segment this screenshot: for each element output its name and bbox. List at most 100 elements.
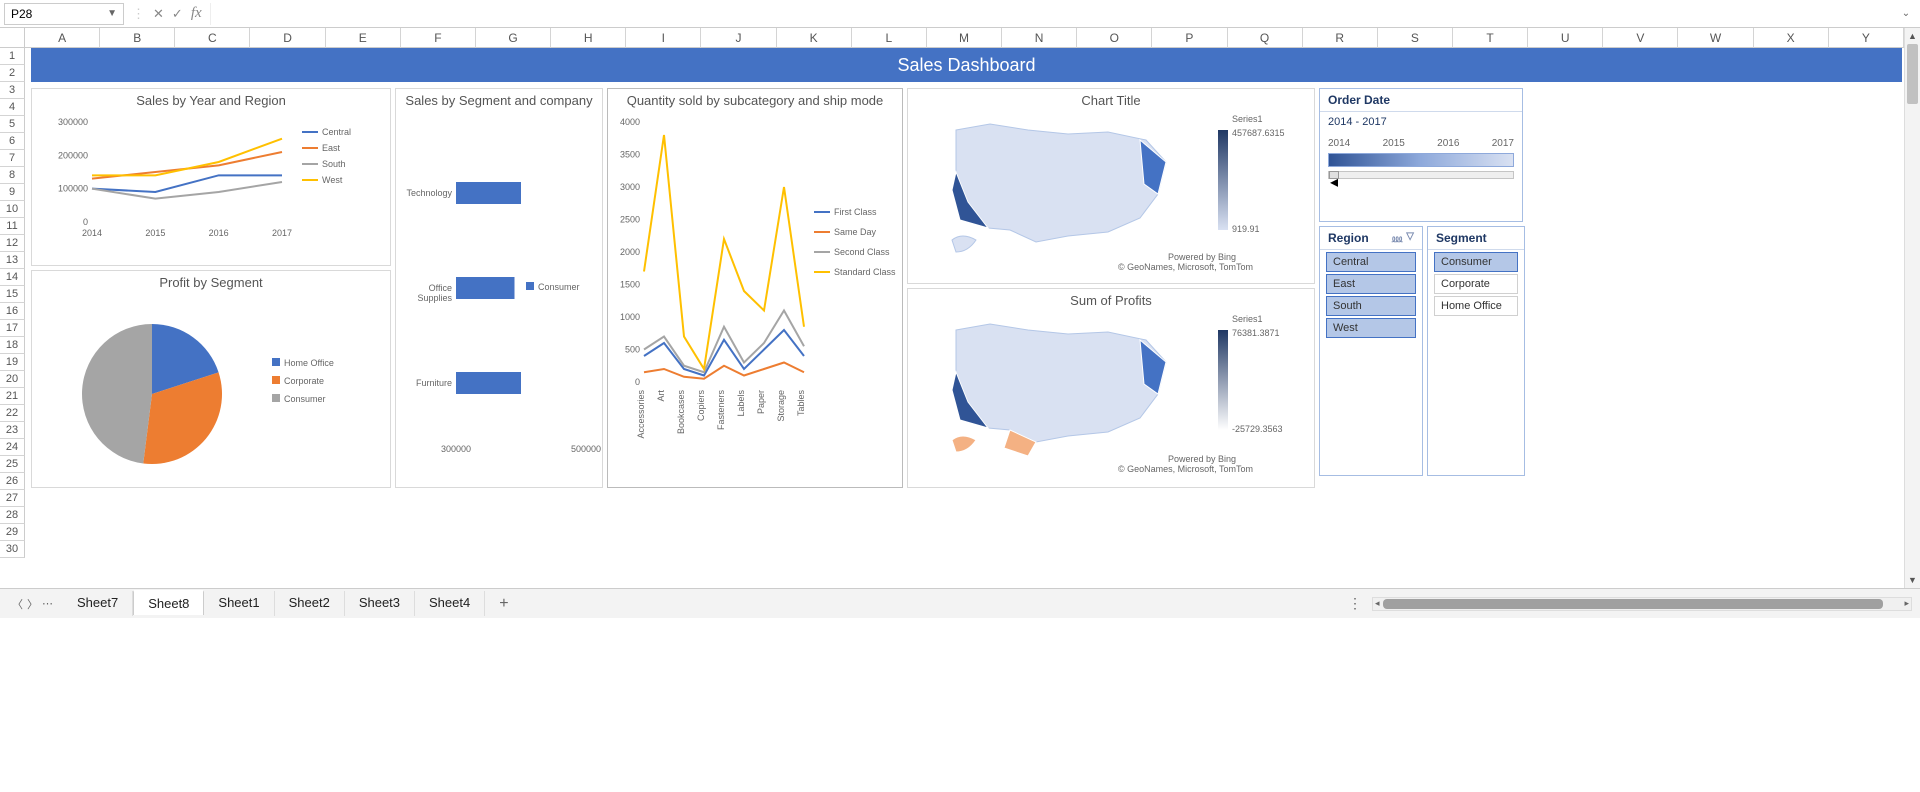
row-header[interactable]: 24	[0, 439, 25, 456]
row-header[interactable]: 30	[0, 541, 25, 558]
sheet-tab[interactable]: Sheet3	[345, 591, 415, 616]
col-header[interactable]: V	[1603, 28, 1678, 48]
col-header[interactable]: U	[1528, 28, 1603, 48]
slicer-item[interactable]: Central	[1326, 252, 1416, 272]
sheet-tab[interactable]: Sheet8	[133, 590, 204, 615]
row-header[interactable]: 7	[0, 150, 25, 167]
vertical-scrollbar[interactable]: ▲ ▼	[1904, 28, 1920, 588]
col-header[interactable]: T	[1453, 28, 1528, 48]
add-sheet-button[interactable]: +	[487, 595, 520, 613]
row-header[interactable]: 9	[0, 184, 25, 201]
row-header[interactable]: 12	[0, 235, 25, 252]
col-header[interactable]: A	[25, 28, 100, 48]
row-header[interactable]: 14	[0, 269, 25, 286]
row-header[interactable]: 1	[0, 48, 25, 65]
timeline-bar[interactable]	[1328, 153, 1514, 167]
row-header[interactable]: 6	[0, 133, 25, 150]
sheet-tab[interactable]: Sheet7	[63, 591, 133, 616]
col-header[interactable]: M	[927, 28, 1002, 48]
slicer-item[interactable]: Corporate	[1434, 274, 1518, 294]
sheet-tab[interactable]: Sheet4	[415, 591, 485, 616]
tab-more-icon[interactable]: ⋯	[42, 597, 53, 610]
row-header[interactable]: 25	[0, 456, 25, 473]
row-header[interactable]: 10	[0, 201, 25, 218]
col-header[interactable]: E	[326, 28, 401, 48]
col-header[interactable]: L	[852, 28, 927, 48]
col-header[interactable]: F	[401, 28, 476, 48]
chart-map-profits[interactable]: Sum of Profits Series1 76381.3871 -25729…	[907, 288, 1315, 488]
col-header[interactable]: O	[1077, 28, 1152, 48]
slicer-item[interactable]: South	[1326, 296, 1416, 316]
col-header[interactable]: W	[1678, 28, 1753, 48]
slicer-item[interactable]: West	[1326, 318, 1416, 338]
col-header[interactable]: C	[175, 28, 250, 48]
col-header[interactable]: J	[701, 28, 776, 48]
row-header[interactable]: 15	[0, 286, 25, 303]
col-header[interactable]: H	[551, 28, 626, 48]
tab-options-icon[interactable]: ⋮	[1340, 595, 1370, 612]
col-header[interactable]: G	[476, 28, 551, 48]
svg-text:300000: 300000	[441, 444, 471, 454]
row-header[interactable]: 20	[0, 371, 25, 388]
row-header[interactable]: 28	[0, 507, 25, 524]
expand-formula-icon[interactable]: ⌄	[1896, 8, 1916, 19]
clear-filter-icon[interactable]: ▽	[1406, 231, 1414, 245]
col-header[interactable]: D	[250, 28, 325, 48]
row-header[interactable]: 16	[0, 303, 25, 320]
chart-sales-segment-company[interactable]: Sales by Segment and company TechnologyO…	[395, 88, 603, 488]
chart-quantity-subcategory[interactable]: Quantity sold by subcategory and ship mo…	[607, 88, 903, 488]
row-header[interactable]: 27	[0, 490, 25, 507]
row-header[interactable]: 17	[0, 320, 25, 337]
row-header[interactable]: 5	[0, 116, 25, 133]
tab-next-icon[interactable]: 〉	[27, 596, 38, 612]
slicer-item[interactable]: Home Office	[1434, 296, 1518, 316]
row-header[interactable]: 2	[0, 65, 25, 82]
chart-map-sales[interactable]: Chart Title Series1 457687.6315 919.91 P…	[907, 88, 1315, 284]
row-header[interactable]: 4	[0, 99, 25, 116]
row-header[interactable]: 23	[0, 422, 25, 439]
row-header[interactable]: 26	[0, 473, 25, 490]
name-box[interactable]: P28 ▼	[4, 3, 124, 25]
svg-text:Accessories: Accessories	[636, 390, 646, 439]
row-header[interactable]: 3	[0, 82, 25, 99]
accept-icon[interactable]: ✓	[172, 6, 183, 22]
col-header[interactable]: P	[1152, 28, 1227, 48]
col-header[interactable]: B	[100, 28, 175, 48]
slicer-item[interactable]: East	[1326, 274, 1416, 294]
sheet-tab[interactable]: Sheet2	[275, 591, 345, 616]
row-header[interactable]: 18	[0, 337, 25, 354]
fx-icon[interactable]: fx	[191, 5, 202, 22]
slicer-order-date[interactable]: Order Date 2014 - 2017 2014201520162017 …	[1319, 88, 1523, 222]
row-header[interactable]: 29	[0, 524, 25, 541]
slicer-region[interactable]: Region ⅏▽ CentralEastSouthWest	[1319, 226, 1423, 476]
slicer-segment[interactable]: Segment ConsumerCorporateHome Office	[1427, 226, 1525, 476]
svg-text:2014: 2014	[82, 228, 102, 238]
multiselect-icon[interactable]: ⅏	[1392, 231, 1402, 245]
col-header[interactable]: S	[1378, 28, 1453, 48]
formula-input[interactable]	[210, 3, 1896, 25]
cell-grid[interactable]: Sales Dashboard Sales by Year and Region…	[25, 48, 1904, 588]
col-header[interactable]: N	[1002, 28, 1077, 48]
col-header[interactable]: K	[777, 28, 852, 48]
row-header[interactable]: 22	[0, 405, 25, 422]
slicer-item[interactable]: Consumer	[1434, 252, 1518, 272]
timeline-scroll[interactable]: ◂	[1328, 171, 1514, 179]
col-header[interactable]: Q	[1228, 28, 1303, 48]
col-header[interactable]: I	[626, 28, 701, 48]
tab-prev-icon[interactable]: 〈	[12, 596, 23, 612]
chart-sales-year-region[interactable]: Sales by Year and Region 010000020000030…	[31, 88, 391, 266]
formula-buttons: ⋮ ✕ ✓ fx	[124, 5, 210, 22]
col-header[interactable]: Y	[1829, 28, 1904, 48]
select-all-corner[interactable]	[0, 28, 25, 48]
col-header[interactable]: R	[1303, 28, 1378, 48]
sheet-tab[interactable]: Sheet1	[204, 591, 274, 616]
chart-profit-segment[interactable]: Profit by Segment Home OfficeCorporateCo…	[31, 270, 391, 488]
row-header[interactable]: 19	[0, 354, 25, 371]
col-header[interactable]: X	[1754, 28, 1829, 48]
horizontal-scrollbar[interactable]: ◂▸	[1372, 597, 1912, 611]
cancel-icon[interactable]: ✕	[153, 6, 164, 22]
row-header[interactable]: 11	[0, 218, 25, 235]
row-header[interactable]: 13	[0, 252, 25, 269]
row-header[interactable]: 8	[0, 167, 25, 184]
row-header[interactable]: 21	[0, 388, 25, 405]
